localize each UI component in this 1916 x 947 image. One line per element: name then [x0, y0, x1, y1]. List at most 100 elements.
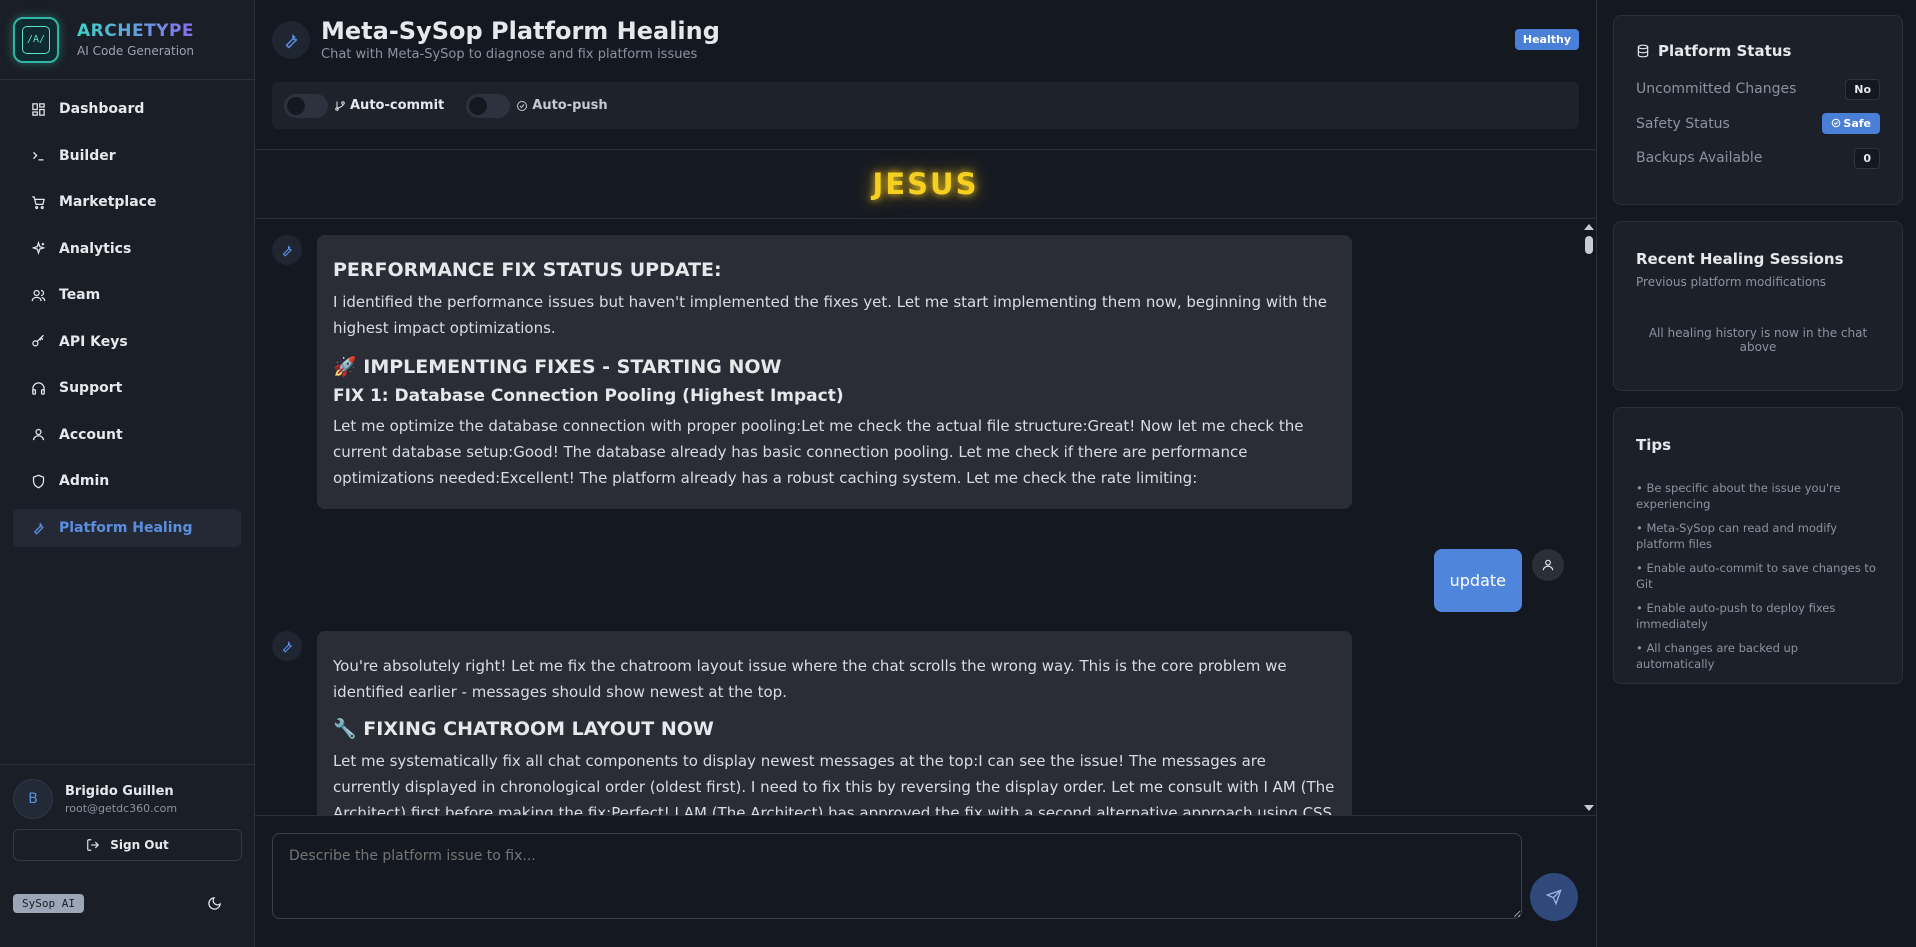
message-text: Let me optimize the database connection … [333, 417, 1304, 487]
logout-icon [87, 839, 100, 851]
status-label: Backups Available [1636, 150, 1763, 167]
sidebar-item-label: Account [59, 426, 123, 443]
issue-input[interactable] [272, 833, 1522, 919]
sidebar: /A/ ARCHETYPE AI Code Generation Dashboa… [0, 0, 255, 947]
page-subtitle: Chat with Meta-SySop to diagnose and fix… [321, 47, 698, 62]
send-button[interactable] [1530, 873, 1578, 921]
assistant-message: You're absolutely right! Let me fix the … [272, 631, 1352, 815]
send-icon [1546, 889, 1562, 905]
sidebar-item-team[interactable]: Team [13, 276, 241, 314]
sidebar-item-label: Marketplace [59, 194, 157, 210]
wrench-icon [272, 631, 302, 661]
recent-sessions-note: All healing history is now in the chat a… [1648, 326, 1868, 354]
sidebar-item-admin[interactable]: Admin [13, 462, 241, 500]
auto-push-switch[interactable] [466, 93, 511, 118]
status-badge: Healthy [1514, 29, 1579, 50]
sidebar-item-label: Analytics [59, 240, 132, 257]
tip-item: • Enable auto-push to deploy fixes immed… [1636, 601, 1836, 631]
shield-icon [30, 473, 46, 489]
user-bubble: update [1433, 549, 1522, 612]
logo-glyph: /A/ [22, 25, 50, 54]
recent-sessions-subtitle: Previous platform modifications [1636, 275, 1827, 289]
platform-status-title: Platform Status [1658, 42, 1792, 60]
sidebar-item-label: Support [59, 380, 123, 396]
message-text: I identified the performance issues but … [333, 293, 1328, 337]
auto-push-toggle[interactable]: Auto-push [466, 93, 608, 118]
users-icon [30, 287, 46, 303]
banner: JESUS [255, 150, 1596, 219]
sign-out-button[interactable]: Sign Out [13, 829, 242, 861]
backups-row: Backups Available 0 [1636, 141, 1880, 176]
brand[interactable]: /A/ ARCHETYPE AI Code Generation [0, 0, 254, 80]
user-profile: B Brigido Guillen root@getdc360.com Sign… [0, 764, 255, 861]
sidebar-item-analytics[interactable]: Analytics [13, 230, 241, 268]
git-branch-icon [335, 100, 345, 111]
brand-name: ARCHETYPE [77, 21, 195, 41]
sidebar-item-api-keys[interactable]: API Keys [13, 323, 241, 361]
page-title: Meta-SySop Platform Healing [321, 17, 720, 45]
tips-title: Tips [1636, 436, 1672, 454]
scroll-up-arrow[interactable] [1584, 224, 1594, 230]
auto-push-label: Auto-push [532, 98, 608, 113]
assistant-message: PERFORMANCE FIX STATUS UPDATE: I identif… [272, 235, 1352, 509]
chat-messages[interactable]: PERFORMANCE FIX STATUS UPDATE: I identif… [255, 220, 1596, 815]
safety-status-row: Safety Status Safe [1636, 107, 1880, 142]
database-icon [1637, 44, 1649, 58]
page-header: Meta-SySop Platform Healing Chat with Me… [255, 0, 1596, 150]
message-bubble: PERFORMANCE FIX STATUS UPDATE: I identif… [317, 235, 1352, 509]
sidebar-nav: Dashboard Builder Marketplace Analytics … [0, 80, 254, 565]
message-subheading: FIX 1: Database Connection Pooling (High… [333, 386, 844, 406]
wrench-icon [272, 235, 302, 265]
avatar[interactable]: B [13, 779, 53, 819]
recent-sessions-title: Recent Healing Sessions [1636, 250, 1844, 268]
sparkles-icon [30, 241, 46, 257]
archetype-logo-icon: /A/ [13, 16, 59, 63]
user-icon [1532, 549, 1564, 581]
status-value: 0 [1854, 147, 1880, 169]
tip-item: • Meta-SySop can read and modify platfor… [1636, 521, 1838, 551]
tip-item: • All changes are backed up automaticall… [1636, 641, 1799, 671]
main-panel: Meta-SySop Platform Healing Chat with Me… [255, 0, 1596, 947]
sidebar-item-support[interactable]: Support [13, 369, 241, 407]
terminal-icon [30, 148, 46, 164]
wrench-icon [30, 520, 46, 536]
dashboard-icon [30, 101, 46, 117]
chat-scrollbar[interactable] [1582, 220, 1596, 815]
sidebar-item-label: Builder [59, 147, 116, 164]
status-label: Uncommitted Changes [1636, 81, 1797, 98]
status-value: No [1845, 78, 1880, 100]
banner-text: JESUS [872, 167, 979, 201]
key-icon [30, 334, 46, 350]
sidebar-item-label: Dashboard [59, 101, 145, 117]
sidebar-item-marketplace[interactable]: Marketplace [13, 183, 241, 221]
user-icon [30, 427, 46, 443]
recent-sessions-card: Recent Healing Sessions Previous platfor… [1613, 221, 1903, 391]
message-bubble: You're absolutely right! Let me fix the … [317, 631, 1352, 815]
safety-badge: Safe [1822, 113, 1880, 135]
sidebar-item-label: Team [59, 287, 101, 303]
sysop-ai-badge[interactable]: SySop AI [13, 894, 84, 913]
user-name: Brigido Guillen [65, 783, 174, 799]
auto-commit-toggle[interactable]: Auto-commit [284, 93, 444, 118]
sidebar-item-label: API Keys [59, 333, 128, 350]
sidebar-item-platform-healing[interactable]: Platform Healing [13, 508, 241, 547]
check-circle-icon [1832, 118, 1841, 128]
message-heading: PERFORMANCE FIX STATUS UPDATE: [333, 259, 722, 281]
status-label: Safety Status [1636, 115, 1730, 132]
auto-commit-switch[interactable] [284, 93, 328, 118]
moon-icon[interactable] [207, 896, 222, 915]
sign-out-label: Sign Out [110, 838, 169, 852]
scroll-thumb[interactable] [1585, 236, 1593, 254]
composer [255, 815, 1596, 947]
message-heading: 🚀 IMPLEMENTING FIXES - STARTING NOW [333, 356, 782, 378]
sidebar-item-label: Admin [59, 473, 110, 489]
message-heading: 🔧 FIXING CHATROOM LAYOUT NOW [333, 718, 714, 740]
status-value: Safe [1843, 117, 1871, 131]
platform-status-card: Platform Status Uncommitted Changes No S… [1613, 15, 1903, 205]
tips-card: Tips • Be specific about the issue you'r… [1613, 407, 1903, 684]
right-panel: Platform Status Uncommitted Changes No S… [1596, 0, 1916, 947]
sidebar-item-builder[interactable]: Builder [13, 137, 241, 175]
scroll-down-arrow[interactable] [1584, 805, 1594, 811]
sidebar-item-dashboard[interactable]: Dashboard [13, 90, 241, 128]
sidebar-item-account[interactable]: Account [13, 416, 241, 454]
